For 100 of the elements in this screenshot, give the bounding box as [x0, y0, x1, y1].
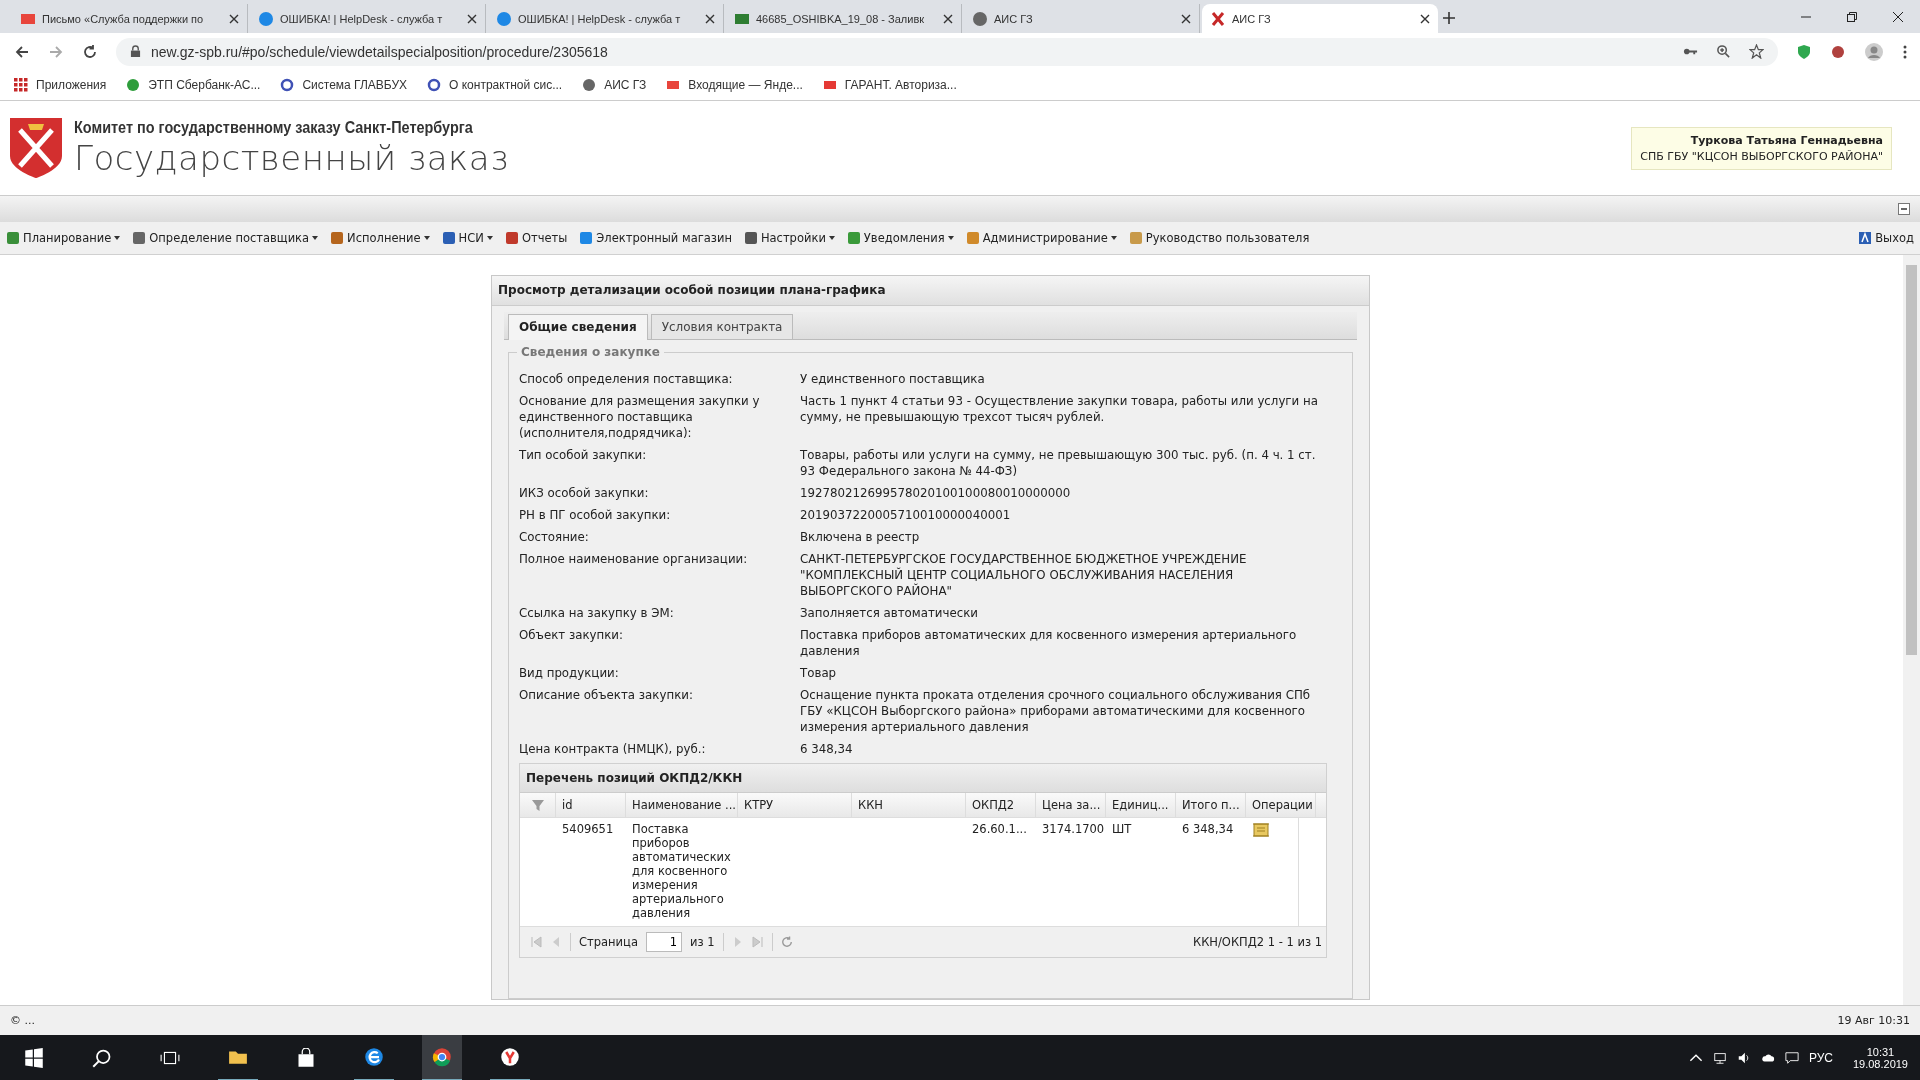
lock-icon — [130, 45, 141, 58]
menu-item[interactable]: Исполнение — [330, 231, 430, 245]
close-icon[interactable] — [943, 13, 953, 24]
field-label: РН в ПГ особой закупки: — [519, 507, 672, 523]
field-label: Ссылка на закупку в ЭМ: — [519, 605, 675, 621]
menu-item[interactable]: Администрирование — [965, 231, 1117, 245]
collapse-icon[interactable] — [1898, 203, 1910, 215]
menu-item[interactable]: Планирование — [6, 231, 121, 245]
new-tab-icon[interactable] — [1442, 11, 1456, 25]
bookmark-icon — [822, 78, 837, 92]
column-header[interactable]: КТРУ — [738, 793, 852, 817]
favicon-icon — [972, 10, 988, 27]
coat-of-arms-icon — [8, 116, 64, 180]
field-label: Состояние: — [519, 529, 590, 545]
menu-item[interactable]: Настройки — [743, 231, 835, 245]
bookmark[interactable]: О контрактной сис... — [427, 78, 563, 92]
menu-item[interactable]: Отчеты — [504, 231, 568, 245]
section-tab[interactable]: Условия контракта — [650, 314, 794, 339]
back-arrow-icon[interactable] — [14, 43, 30, 60]
bookmark[interactable]: Входящие — Янде... — [666, 78, 803, 92]
bookmark[interactable]: АИС ГЗ — [582, 78, 647, 92]
column-header[interactable]: Наименование ... — [626, 793, 738, 817]
star-icon[interactable] — [1749, 44, 1764, 59]
column-header[interactable]: Итого п... — [1176, 793, 1246, 817]
field-value: 6 348,34 — [800, 741, 854, 757]
favicon-icon — [1210, 10, 1226, 27]
field-label: Цена контракта (НМЦК), руб.: — [519, 741, 707, 757]
page-input[interactable]: 1 — [645, 932, 682, 952]
bookmark[interactable]: ГАРАНТ. Авториза... — [822, 78, 957, 92]
logout-button[interactable]: Выход — [1858, 231, 1914, 245]
network-icon[interactable] — [1712, 1050, 1727, 1065]
column-header[interactable]: ОКПД2 — [966, 793, 1036, 817]
column-header[interactable]: Цена за... — [1036, 793, 1106, 817]
reload-icon[interactable] — [82, 43, 98, 60]
scroll-icon[interactable] — [1252, 822, 1270, 838]
section-tab[interactable]: Общие сведения — [508, 314, 648, 340]
menu-item[interactable]: Определение поставщика — [132, 231, 319, 245]
notification-icon[interactable] — [1784, 1050, 1799, 1065]
menu-item[interactable]: НСИ — [441, 231, 493, 245]
bookmark[interactable]: Приложения — [14, 78, 107, 92]
tab-title: 46685_OSHIBKA_19_08 - Заливк — [756, 12, 926, 25]
field-label: Объект закупки: — [519, 627, 624, 644]
tab-title: Письмо «Служба поддержки по — [42, 12, 205, 25]
scrollbar[interactable] — [1903, 255, 1920, 1005]
tab-title: ОШИБКА! | HelpDesk - служба т — [280, 12, 444, 25]
table-cell: 3174.1700 — [1042, 822, 1105, 836]
clock[interactable]: 10:31 19.08.2019 — [1852, 1045, 1908, 1070]
close-icon[interactable] — [1181, 13, 1191, 24]
page-label: Страница — [579, 935, 638, 949]
user-organization: СПБ ГБУ "КЦСОН ВЫБОРГСКОГО РАЙОНА" — [1640, 149, 1883, 163]
avatar-icon[interactable] — [1864, 41, 1884, 62]
grid-title: Перечень позиций ОКПД2/ККН — [520, 764, 1326, 793]
tab-title: АИС ГЗ — [994, 12, 1034, 25]
speaker-icon[interactable] — [1736, 1050, 1751, 1065]
column-header[interactable]: ККН — [852, 793, 966, 817]
field-value: Заполняется автоматически — [800, 605, 979, 621]
menu-item[interactable]: Электронный магазин — [579, 231, 732, 245]
extension-icon[interactable] — [1830, 43, 1846, 60]
menu-item[interactable]: Уведомления — [846, 231, 954, 245]
language-indicator[interactable]: РУС — [1808, 1050, 1833, 1065]
table-cell: 5409651 — [562, 822, 614, 836]
field-label: Способ определения поставщика: — [519, 371, 734, 387]
field-label: Описание объекта закупки: — [519, 687, 694, 704]
pager-summary: ККН/ОКПД2 1 - 1 из 1 — [1193, 935, 1322, 949]
browser-tab[interactable]: АИС ГЗ — [1202, 4, 1438, 33]
close-icon[interactable] — [467, 13, 477, 24]
tab-title: АИС ГЗ — [1232, 12, 1272, 25]
chrome-icon[interactable] — [422, 1034, 462, 1080]
close-icon[interactable] — [1892, 10, 1904, 23]
zoom-icon[interactable] — [1716, 44, 1731, 59]
column-header[interactable]: id — [556, 793, 626, 817]
field-value: 192780212699578020100100080010000000 — [800, 485, 1072, 501]
column-header[interactable]: Единиц... — [1106, 793, 1176, 817]
close-icon[interactable] — [1420, 13, 1430, 24]
copyright-text: © ... — [10, 1014, 35, 1027]
restore-icon[interactable] — [1846, 10, 1858, 23]
table-cell: ШТ — [1112, 822, 1132, 836]
address-field[interactable]: new.gz-spb.ru/#po/schedule/viewdetailspecialposition/procedure/2305618 — [116, 37, 1778, 66]
filter-icon — [530, 798, 545, 812]
field-label: Тип особой закупки: — [519, 447, 648, 464]
page-count: из 1 — [689, 935, 715, 949]
bookmark-icon — [582, 78, 597, 92]
field-value: Включена в реестр — [800, 529, 921, 545]
close-icon[interactable] — [705, 13, 715, 24]
close-icon[interactable] — [229, 13, 239, 24]
tab-title: ОШИБКА! | HelpDesk - служба т — [518, 12, 682, 25]
status-datetime: 19 Авг 10:31 — [1837, 1014, 1910, 1027]
field-value: 2019037220005710010000040001 — [800, 507, 1012, 523]
column-header[interactable]: Операции — [1246, 793, 1316, 817]
bookmark[interactable]: ЭТП Сбербанк-АС... — [126, 78, 261, 92]
shield-icon[interactable] — [1796, 43, 1812, 60]
favicon-icon — [496, 10, 512, 27]
bookmark[interactable]: Система ГЛАВБУХ — [280, 78, 408, 92]
field-label: Основание для размещения закупки у единственного поставщика (исполнителя,подрядчика): — [519, 393, 761, 441]
bookmark-icon — [126, 78, 141, 92]
menu-item[interactable]: Руководство пользователя — [1128, 231, 1310, 245]
url-text: new.gz-spb.ru/#po/schedule/viewdetailspecialposition/procedure/2305618 — [151, 43, 608, 60]
bookmark-icon — [14, 78, 28, 92]
organization-name: Комитет по государственному заказу Санкт-Петербурга — [74, 118, 473, 138]
field-value: Поставка приборов автоматических для косвенного измерения артериального давления — [800, 627, 1298, 659]
